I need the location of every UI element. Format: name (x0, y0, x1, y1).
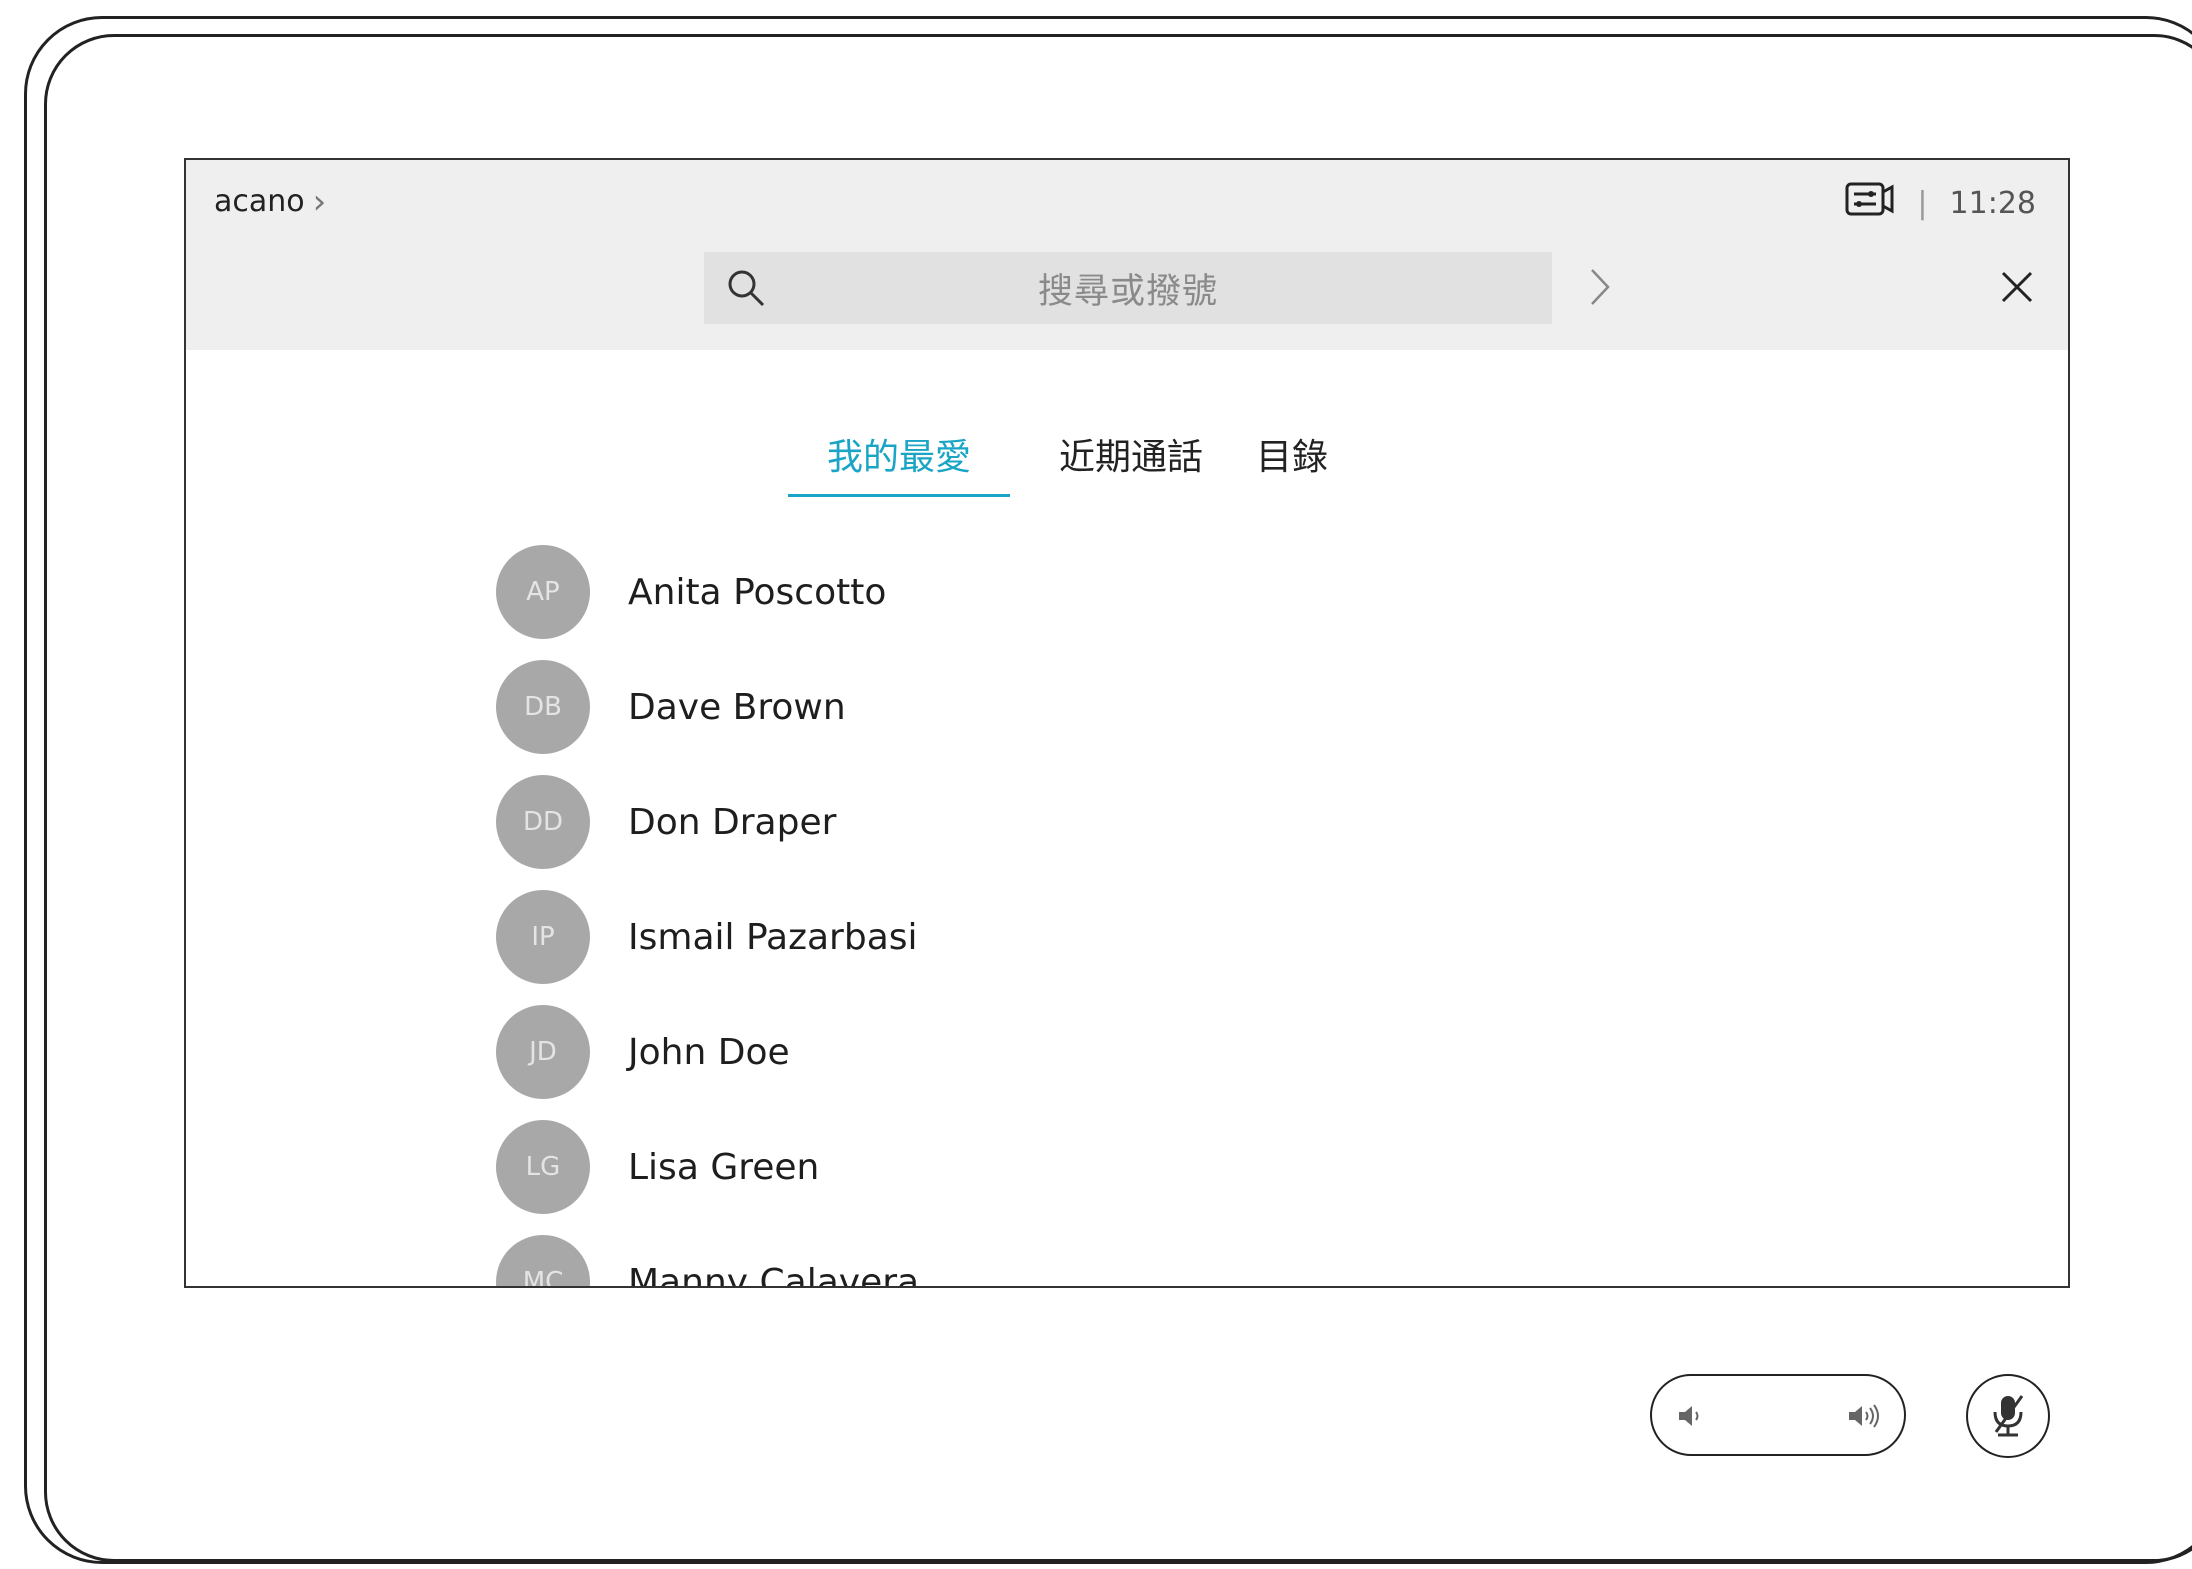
camera-settings-icon[interactable] (1845, 182, 1895, 224)
header-bar: acano › | 11:28 搜尋或撥號 (186, 160, 2068, 350)
close-icon (2001, 271, 2033, 303)
volume-control[interactable] (1650, 1374, 1906, 1456)
mute-button[interactable] (1966, 1374, 2050, 1458)
list-item[interactable]: AP Anita Poscotto (496, 545, 1396, 639)
close-button[interactable] (2000, 270, 2034, 308)
contact-name: Manny Calavera (628, 1261, 920, 1288)
tab-directory[interactable]: 目錄 (1244, 430, 1340, 500)
avatar: DD (496, 775, 590, 869)
microphone-muted-icon (1993, 1395, 2024, 1437)
chevron-right-icon (1591, 269, 1610, 305)
active-tab-indicator (788, 494, 1010, 497)
search-icon (726, 268, 766, 312)
contact-name: Ismail Pazarbasi (628, 916, 918, 958)
breadcrumb-label: acano (214, 184, 305, 219)
avatar: IP (496, 890, 590, 984)
list-item[interactable]: JD John Doe (496, 1005, 1396, 1099)
avatar: AP (496, 545, 590, 639)
list-item[interactable]: MC Manny Calavera (496, 1235, 1396, 1288)
chevron-right-icon: › (312, 181, 327, 222)
avatar: MC (496, 1235, 590, 1286)
status-separator: | (1917, 185, 1928, 221)
contact-name: Lisa Green (628, 1146, 820, 1188)
list-item[interactable]: IP Ismail Pazarbasi (496, 890, 1396, 984)
list-item[interactable]: DD Don Draper (496, 775, 1396, 869)
avatar: JD (496, 1005, 590, 1099)
volume-up-icon[interactable] (1846, 1402, 1882, 1434)
tab-recents[interactable]: 近期通話 (1048, 430, 1214, 500)
contact-name: Dave Brown (628, 686, 846, 728)
search-placeholder: 搜尋或撥號 (1037, 271, 1218, 312)
volume-down-icon[interactable] (1676, 1402, 1704, 1434)
avatar: DB (496, 660, 590, 754)
contact-name: John Doe (628, 1031, 790, 1073)
avatar: LG (496, 1120, 590, 1214)
list-item[interactable]: DB Dave Brown (496, 660, 1396, 754)
list-item[interactable]: LG Lisa Green (496, 1120, 1396, 1214)
contact-name: Don Draper (628, 801, 837, 843)
screen: acano › | 11:28 搜尋或撥號 我的最愛 近期通話 目錄 AP An… (184, 158, 2070, 1288)
status-area: | 11:28 (1845, 182, 2036, 224)
clock: 11:28 (1949, 185, 2036, 221)
go-button[interactable] (1586, 264, 1614, 314)
tab-favorites[interactable]: 我的最愛 (788, 430, 1010, 500)
breadcrumb[interactable]: acano › (214, 184, 326, 219)
tab-bar: 我的最愛 近期通話 目錄 (186, 430, 2068, 510)
search-input[interactable]: 搜尋或撥號 (704, 252, 1552, 324)
contact-name: Anita Poscotto (628, 571, 887, 613)
